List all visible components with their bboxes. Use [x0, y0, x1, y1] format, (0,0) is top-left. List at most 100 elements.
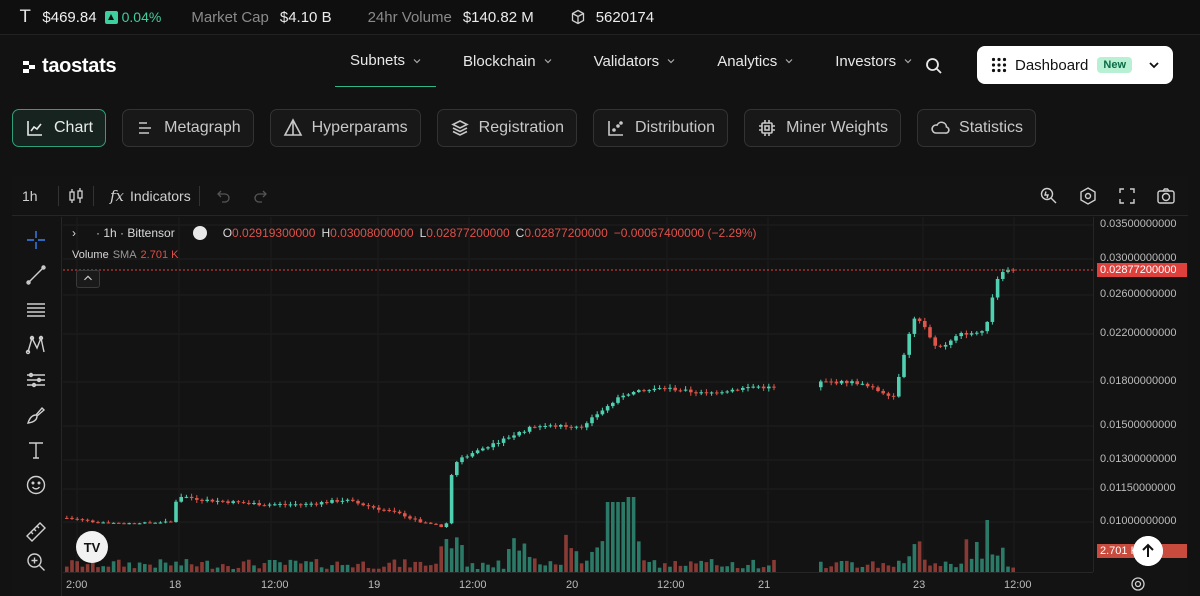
candle-body — [96, 522, 100, 524]
nav-blockchain[interactable]: Blockchain — [448, 35, 567, 87]
candle-body — [876, 387, 880, 391]
volume-bar — [309, 561, 313, 572]
candle-body — [980, 331, 984, 333]
undo-icon[interactable] — [214, 187, 232, 205]
volume-bar — [647, 561, 651, 572]
candle-body — [80, 519, 85, 521]
tradingview-logo[interactable]: TV — [76, 531, 108, 563]
time-tick: 21 — [758, 579, 771, 591]
candlestick-icon[interactable] — [67, 187, 85, 205]
volume-legend: Volume SMA 2.701 K — [72, 249, 179, 261]
volume-bar — [673, 561, 677, 572]
pattern-icon[interactable] — [25, 334, 47, 356]
candle-body — [273, 504, 277, 506]
volume-bar — [548, 561, 553, 572]
tab-chart[interactable]: Chart — [12, 109, 107, 147]
forecast-icon[interactable] — [25, 369, 47, 391]
text-icon[interactable] — [25, 439, 47, 461]
volume-bar — [70, 560, 74, 572]
candle-body — [574, 426, 579, 428]
logo[interactable]: taostats — [22, 55, 117, 78]
volume-bar — [283, 564, 287, 572]
volume-bar — [330, 565, 334, 572]
candlestick-chart[interactable] — [63, 217, 1093, 572]
candle-body — [699, 392, 703, 394]
volume-bar — [169, 565, 173, 572]
arrow-up-button[interactable] — [1133, 536, 1163, 566]
time-tick: 12:00 — [1004, 579, 1032, 591]
tab-statistics[interactable]: Statistics — [917, 109, 1037, 147]
tab-distribution[interactable]: Distribution — [593, 109, 729, 147]
candle-body — [969, 333, 974, 335]
candle-body — [709, 392, 714, 394]
candle-body — [590, 417, 594, 424]
nav-validators[interactable]: Validators — [579, 35, 691, 87]
volume-bar — [985, 520, 989, 572]
candle-body — [845, 380, 849, 384]
nav-subnets[interactable]: Subnets — [335, 35, 437, 87]
brush-icon[interactable] — [25, 404, 47, 426]
candle-body — [163, 521, 168, 523]
volume-bar — [642, 560, 646, 572]
fullscreen-icon[interactable] — [1117, 186, 1137, 206]
volume-bar — [845, 560, 849, 572]
candle-body — [340, 500, 345, 502]
ruler-icon[interactable] — [25, 521, 47, 543]
lines-icon — [139, 122, 152, 134]
tab-metagraph[interactable]: Metagraph — [122, 109, 254, 147]
collapse-button[interactable] — [76, 270, 100, 288]
candle-body — [553, 425, 558, 427]
collapse-legend-icon[interactable]: › — [72, 226, 76, 240]
symbol-title[interactable]: · 1h · Bittensor — [96, 226, 175, 240]
interval-selector[interactable]: 1h — [22, 188, 50, 204]
gear-icon[interactable] — [1130, 576, 1146, 592]
nav-investors[interactable]: Investors — [820, 35, 927, 87]
chart-toolbar: 1h fx Indicators — [12, 176, 1188, 216]
trend-line-icon[interactable] — [25, 264, 47, 286]
volume-bar — [127, 562, 131, 572]
status-dot — [192, 226, 207, 240]
volume-bar — [221, 564, 225, 572]
candle-body — [949, 340, 953, 345]
fib-icon[interactable] — [25, 299, 47, 321]
redo-icon[interactable] — [252, 187, 270, 205]
emoji-icon[interactable] — [25, 474, 47, 496]
volume-bar — [184, 559, 189, 572]
volume-bar — [75, 561, 79, 572]
camera-icon[interactable] — [1156, 186, 1176, 206]
time-tick: 12:00 — [657, 579, 685, 591]
price-tick: 0.02600000000 — [1100, 288, 1177, 300]
candle-body — [408, 516, 412, 519]
prism-icon — [283, 118, 302, 136]
dashboard-button[interactable]: Dashboard New — [977, 46, 1173, 84]
volume-bar — [637, 541, 641, 572]
candle-body — [215, 500, 220, 502]
candle-body — [319, 502, 324, 505]
tab-miner-weights[interactable]: Miner Weights — [744, 109, 902, 147]
nav-analytics[interactable]: Analytics — [702, 35, 808, 87]
time-tick: 20 — [566, 579, 579, 591]
volume-bar — [439, 546, 443, 572]
volume-bar — [975, 541, 979, 572]
candle-body — [600, 410, 605, 415]
crosshair-icon[interactable] — [25, 229, 47, 251]
tab-hyperparams[interactable]: Hyperparams — [269, 109, 421, 147]
quick-search-icon[interactable] — [1039, 186, 1059, 206]
search-icon[interactable] — [925, 57, 943, 75]
time-axis[interactable]: 2:00 18 12:00 19 12:00 20 12:00 21 23 12… — [63, 572, 1093, 596]
candle-body — [548, 425, 553, 427]
zoom-in-icon[interactable] — [25, 551, 47, 573]
indicators-button[interactable]: fx Indicators — [110, 187, 191, 205]
volume-bar — [273, 560, 277, 572]
volume-bar — [418, 561, 423, 572]
candle-body — [995, 278, 1000, 298]
tab-registration[interactable]: Registration — [436, 109, 578, 147]
volume-bar — [335, 561, 339, 572]
candle-body — [964, 333, 969, 335]
candle-body — [605, 406, 610, 411]
settings-icon[interactable] — [1078, 186, 1098, 206]
volume-bar — [252, 565, 256, 572]
volume-bar — [470, 563, 475, 572]
price-axis[interactable]: 0.03500000000 0.03000000000 0.0260000000… — [1093, 217, 1188, 572]
chevron-down-icon — [413, 58, 421, 63]
